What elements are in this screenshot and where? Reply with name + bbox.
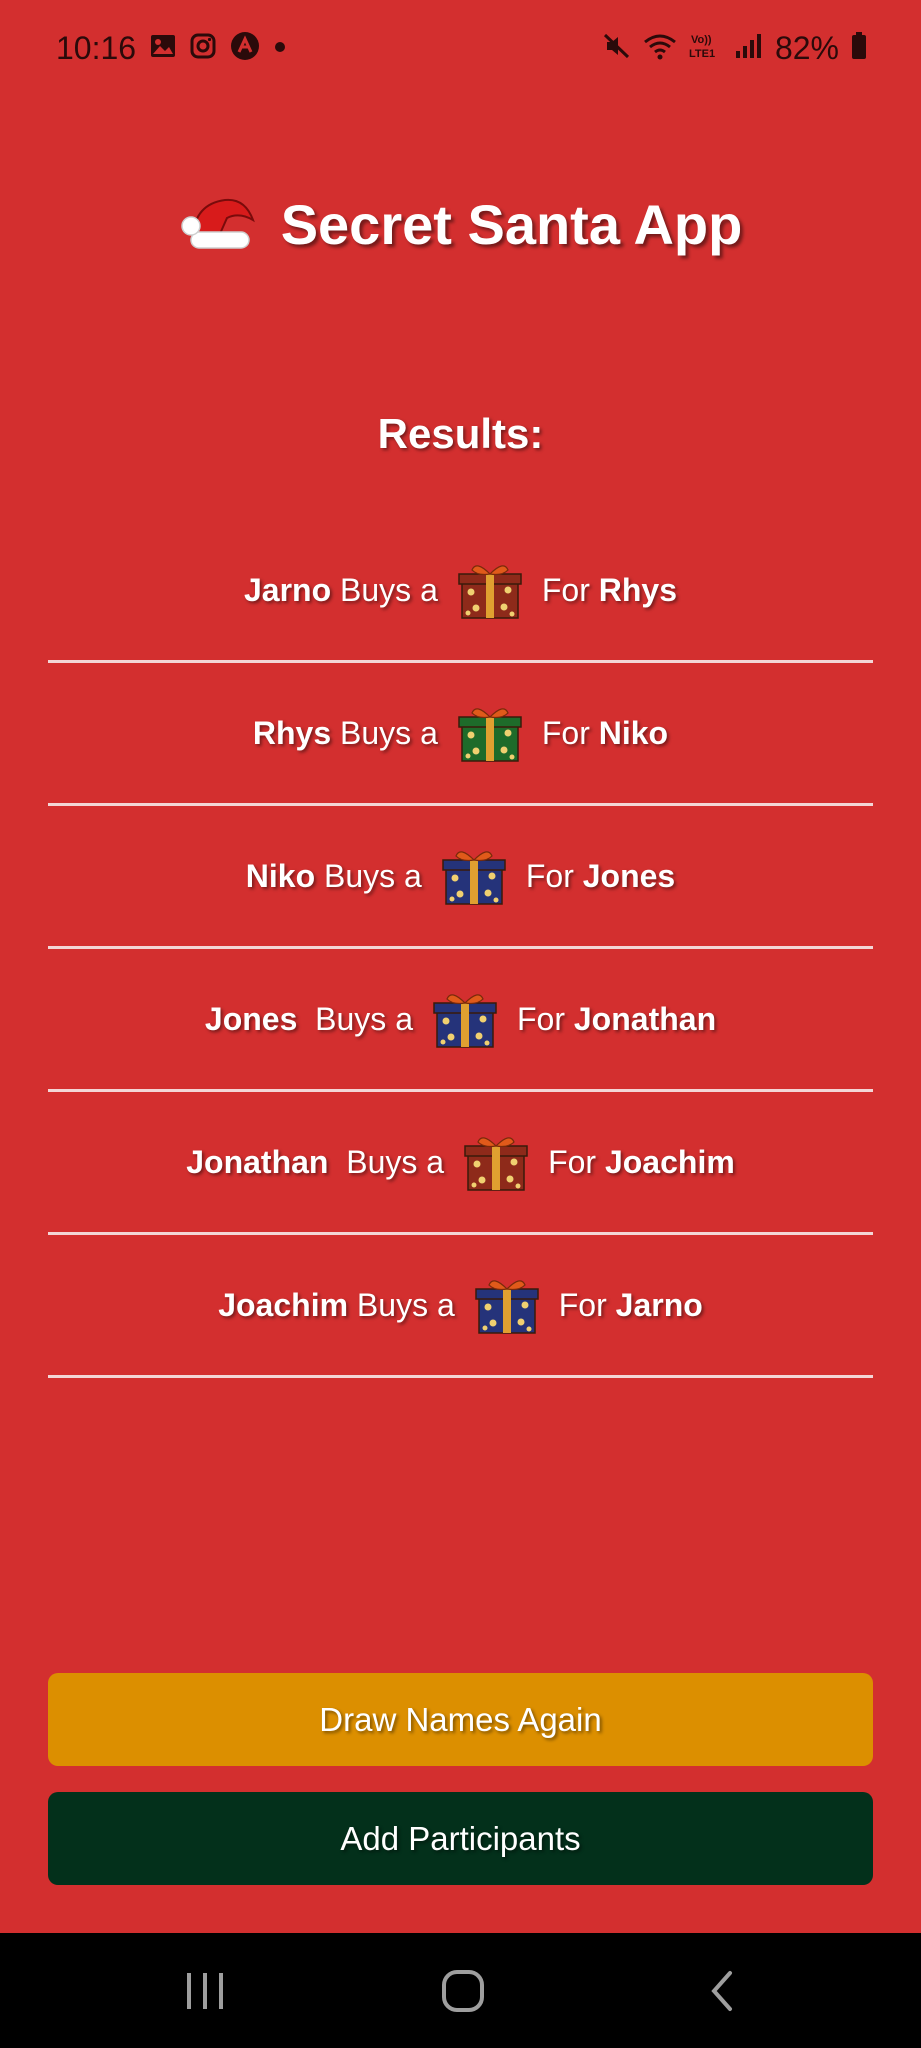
result-row: Jonathan Buys a For Joachim — [48, 1092, 873, 1235]
app-header: Secret Santa App — [0, 190, 921, 259]
battery-percentage: 82% — [774, 30, 839, 66]
for-text: For — [516, 1000, 574, 1037]
gift-icon — [440, 846, 508, 906]
buys-text: Buys a — [315, 857, 422, 894]
giver-name: Jonathan — [186, 1143, 329, 1180]
mute-icon — [603, 32, 631, 65]
result-row: Rhys Buys a For Niko — [48, 663, 873, 806]
navigation-bar — [0, 1933, 921, 2048]
app-title: Secret Santa App — [280, 193, 743, 256]
for-text: For — [558, 1286, 616, 1323]
svg-text:Vo)): Vo)) — [691, 34, 712, 46]
gallery-icon — [150, 34, 176, 63]
gift-icon — [456, 560, 524, 620]
buys-text: Buys a — [331, 571, 438, 608]
receiver-name: Jones — [582, 857, 676, 894]
signal-icon — [735, 33, 763, 64]
giver-name: Jarno — [244, 571, 332, 608]
results-heading: Results: — [377, 410, 544, 457]
receiver-name: Joachim — [604, 1143, 735, 1180]
santa-hat-icon — [179, 190, 259, 259]
gift-icon — [431, 989, 499, 1049]
result-row: Joachim Buys a For Jarno — [48, 1235, 873, 1378]
for-text: For — [548, 1143, 605, 1180]
volte-icon: Vo)) LTE1 — [689, 31, 723, 66]
receiver-name: Jonathan — [573, 1000, 717, 1037]
giver-name: Joachim — [218, 1286, 349, 1323]
for-text: For — [541, 571, 599, 608]
app-icon — [230, 31, 260, 66]
home-icon[interactable] — [428, 1963, 498, 2019]
buys-text: Buys a — [348, 1286, 455, 1323]
giver-name: Niko — [245, 857, 316, 894]
giver-name: Rhys — [252, 714, 332, 751]
gift-icon — [473, 1275, 541, 1335]
status-bar: 10:16 Vo)) LTE1 82% — [0, 0, 921, 104]
back-icon[interactable] — [686, 1963, 756, 2019]
dot-icon — [274, 40, 286, 58]
svg-text:LTE1: LTE1 — [689, 48, 715, 60]
wifi-icon — [643, 32, 677, 65]
gift-icon — [456, 703, 524, 763]
result-row: Niko Buys a For Jones — [48, 806, 873, 949]
status-left: 10:16 — [56, 30, 286, 67]
for-text: For — [541, 714, 599, 751]
receiver-name: Niko — [598, 714, 669, 751]
buys-text: Buys a — [328, 1143, 445, 1180]
buys-text: Buys a — [297, 1000, 413, 1037]
draw-names-again-button[interactable]: Draw Names Again — [48, 1673, 873, 1766]
result-row: Jarno Buys a For Rhys — [48, 520, 873, 663]
for-text: For — [525, 857, 583, 894]
status-right: Vo)) LTE1 82% — [603, 30, 867, 67]
battery-icon — [851, 32, 867, 65]
gift-icon — [462, 1132, 530, 1192]
recent-apps-icon[interactable] — [170, 1963, 240, 2019]
add-participants-button[interactable]: Add Participants — [48, 1792, 873, 1885]
results-list: Jarno Buys a For Rhys Rhys Buys a For Niko… — [48, 520, 873, 1378]
receiver-name: Jarno — [615, 1286, 703, 1323]
status-time: 10:16 — [56, 30, 137, 66]
receiver-name: Rhys — [598, 571, 677, 608]
buys-text: Buys a — [331, 714, 438, 751]
giver-name: Jones — [204, 1000, 298, 1037]
result-row: Jones Buys a For Jonathan — [48, 949, 873, 1092]
instagram-icon — [190, 33, 216, 64]
